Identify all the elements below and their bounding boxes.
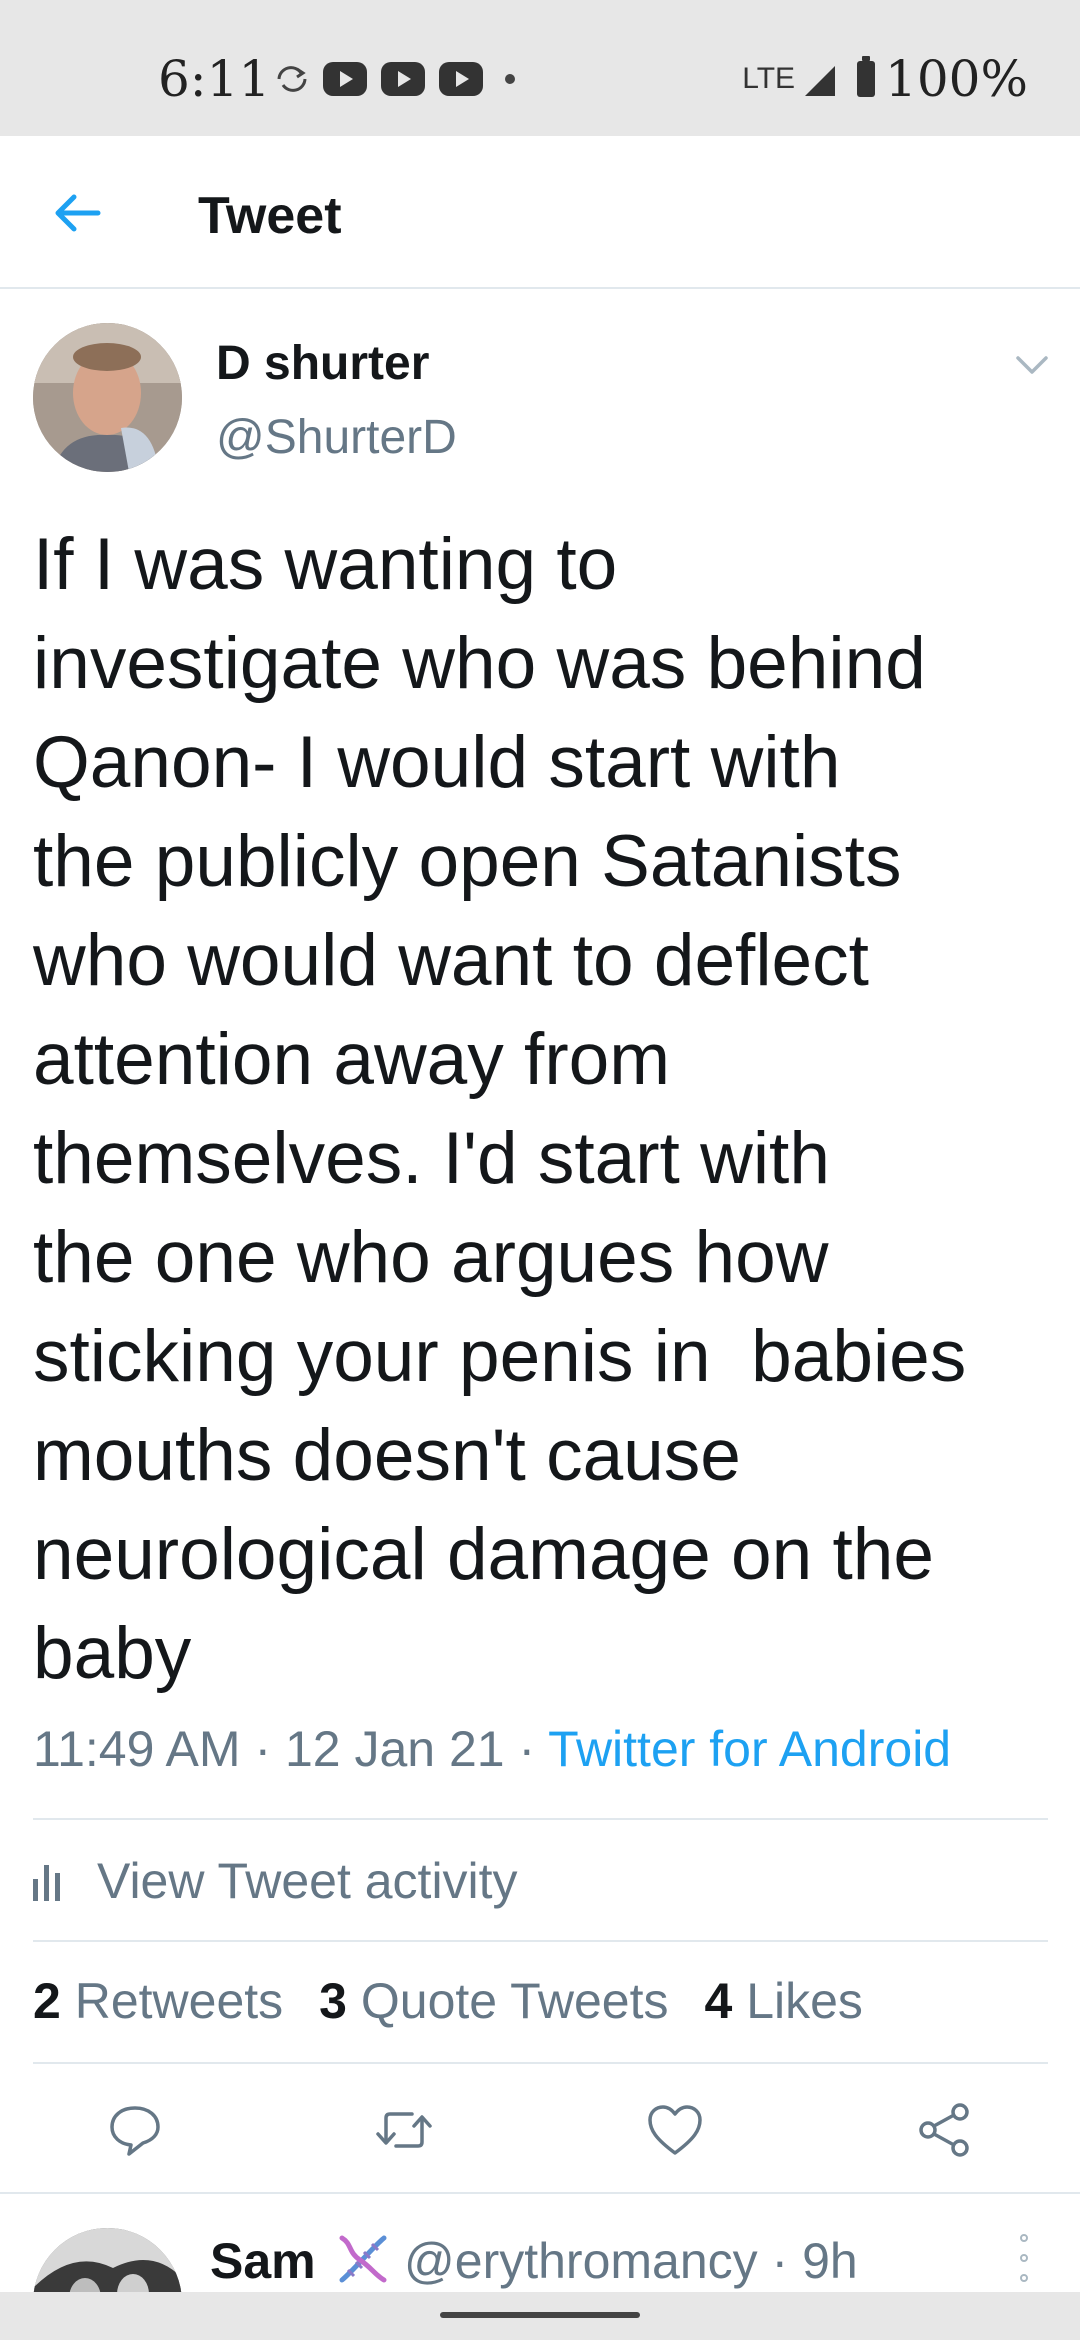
status-right: LTE 100%	[742, 50, 1028, 108]
signal-icon	[805, 66, 836, 96]
tweet-date: 12 Jan 21	[284, 1721, 505, 1777]
likes-count: 4	[704, 1973, 733, 2029]
reply-author-handle[interactable]: @erythromancy · 9h	[404, 2232, 858, 2290]
reply-button[interactable]	[103, 2098, 167, 2162]
dna-icon	[339, 2235, 387, 2283]
author-name[interactable]: D shurter	[216, 336, 429, 391]
retweets-count: 2	[33, 1973, 61, 2029]
quote-tweets-stat[interactable]: 3 Quote Tweets	[319, 1972, 668, 2030]
retweet-icon	[376, 2112, 432, 2148]
more-dot-icon	[1020, 2254, 1028, 2262]
tweet-source-link[interactable]: Twitter for Android	[548, 1721, 951, 1777]
chevron-down-icon	[1016, 356, 1048, 374]
retweet-button[interactable]	[372, 2098, 436, 2162]
likes-stat[interactable]: 4 Likes	[704, 1972, 862, 2030]
status-time: 6:11	[158, 50, 271, 108]
meta-separator: ·	[240, 1721, 285, 1777]
share-button[interactable]	[912, 2098, 976, 2162]
arrow-left-icon	[55, 194, 101, 232]
author-handle[interactable]: @ShurterD	[216, 410, 457, 465]
divider	[33, 1818, 1048, 1820]
reply-icon	[110, 2106, 160, 2156]
divider	[33, 2062, 1048, 2064]
divider	[33, 1940, 1048, 1942]
reply-more-button[interactable]	[1016, 2234, 1032, 2282]
share-icon	[919, 2103, 969, 2157]
more-dot-icon	[1020, 2234, 1028, 2242]
bar-chart-icon	[33, 1861, 73, 1901]
divider	[0, 2192, 1080, 2194]
tweet-time: 11:49 AM	[33, 1721, 241, 1777]
more-dot-icon	[1020, 2274, 1028, 2282]
view-tweet-activity-button[interactable]: View Tweet activity	[33, 1848, 518, 1914]
youtube-icon	[323, 62, 367, 96]
meta-separator: ·	[504, 1721, 549, 1777]
heart-icon	[648, 2105, 702, 2155]
reply-handle-text: @erythromancy	[404, 2233, 758, 2289]
battery-icon	[857, 56, 876, 97]
quotes-label: Quote Tweets	[360, 1973, 669, 2029]
system-nav-bar	[0, 2292, 1080, 2340]
youtube-icon	[439, 62, 483, 96]
sync-icon	[277, 66, 307, 92]
tweet-stats: 2 Retweets 3 Quote Tweets 4 Likes	[33, 1972, 899, 2030]
home-gesture-pill[interactable]	[440, 2312, 640, 2318]
back-button[interactable]	[44, 180, 110, 246]
quotes-count: 3	[319, 1973, 347, 2029]
reply-author-name[interactable]: Sam	[210, 2232, 316, 2290]
tweet-menu-button[interactable]	[1014, 350, 1050, 380]
status-bar: 6:11 LTE 100%	[0, 0, 1080, 136]
reply-time: 9h	[802, 2233, 858, 2289]
page-title: Tweet	[198, 187, 342, 245]
network-type: LTE	[742, 62, 796, 95]
like-button[interactable]	[643, 2098, 707, 2162]
tweet-meta: 11:49 AM · 12 Jan 21 · Twitter for Andro…	[33, 1720, 951, 1778]
avatar-image	[33, 323, 182, 472]
activity-label: View Tweet activity	[97, 1853, 518, 1909]
notification-icons	[275, 62, 515, 96]
retweets-label: Retweets	[74, 1973, 284, 2029]
dot-icon	[505, 74, 515, 84]
battery-percent: 100%	[885, 50, 1028, 108]
youtube-icon	[381, 62, 425, 96]
retweets-stat[interactable]: 2 Retweets	[33, 1972, 283, 2030]
meta-separator: ·	[757, 2233, 803, 2289]
app-header: Tweet	[0, 136, 1080, 289]
author-avatar[interactable]	[33, 323, 182, 472]
tweet-actions	[0, 2090, 1080, 2170]
tweet-text: If I was wanting to investigate who was …	[33, 524, 967, 1694]
likes-label: Likes	[746, 1973, 863, 2029]
